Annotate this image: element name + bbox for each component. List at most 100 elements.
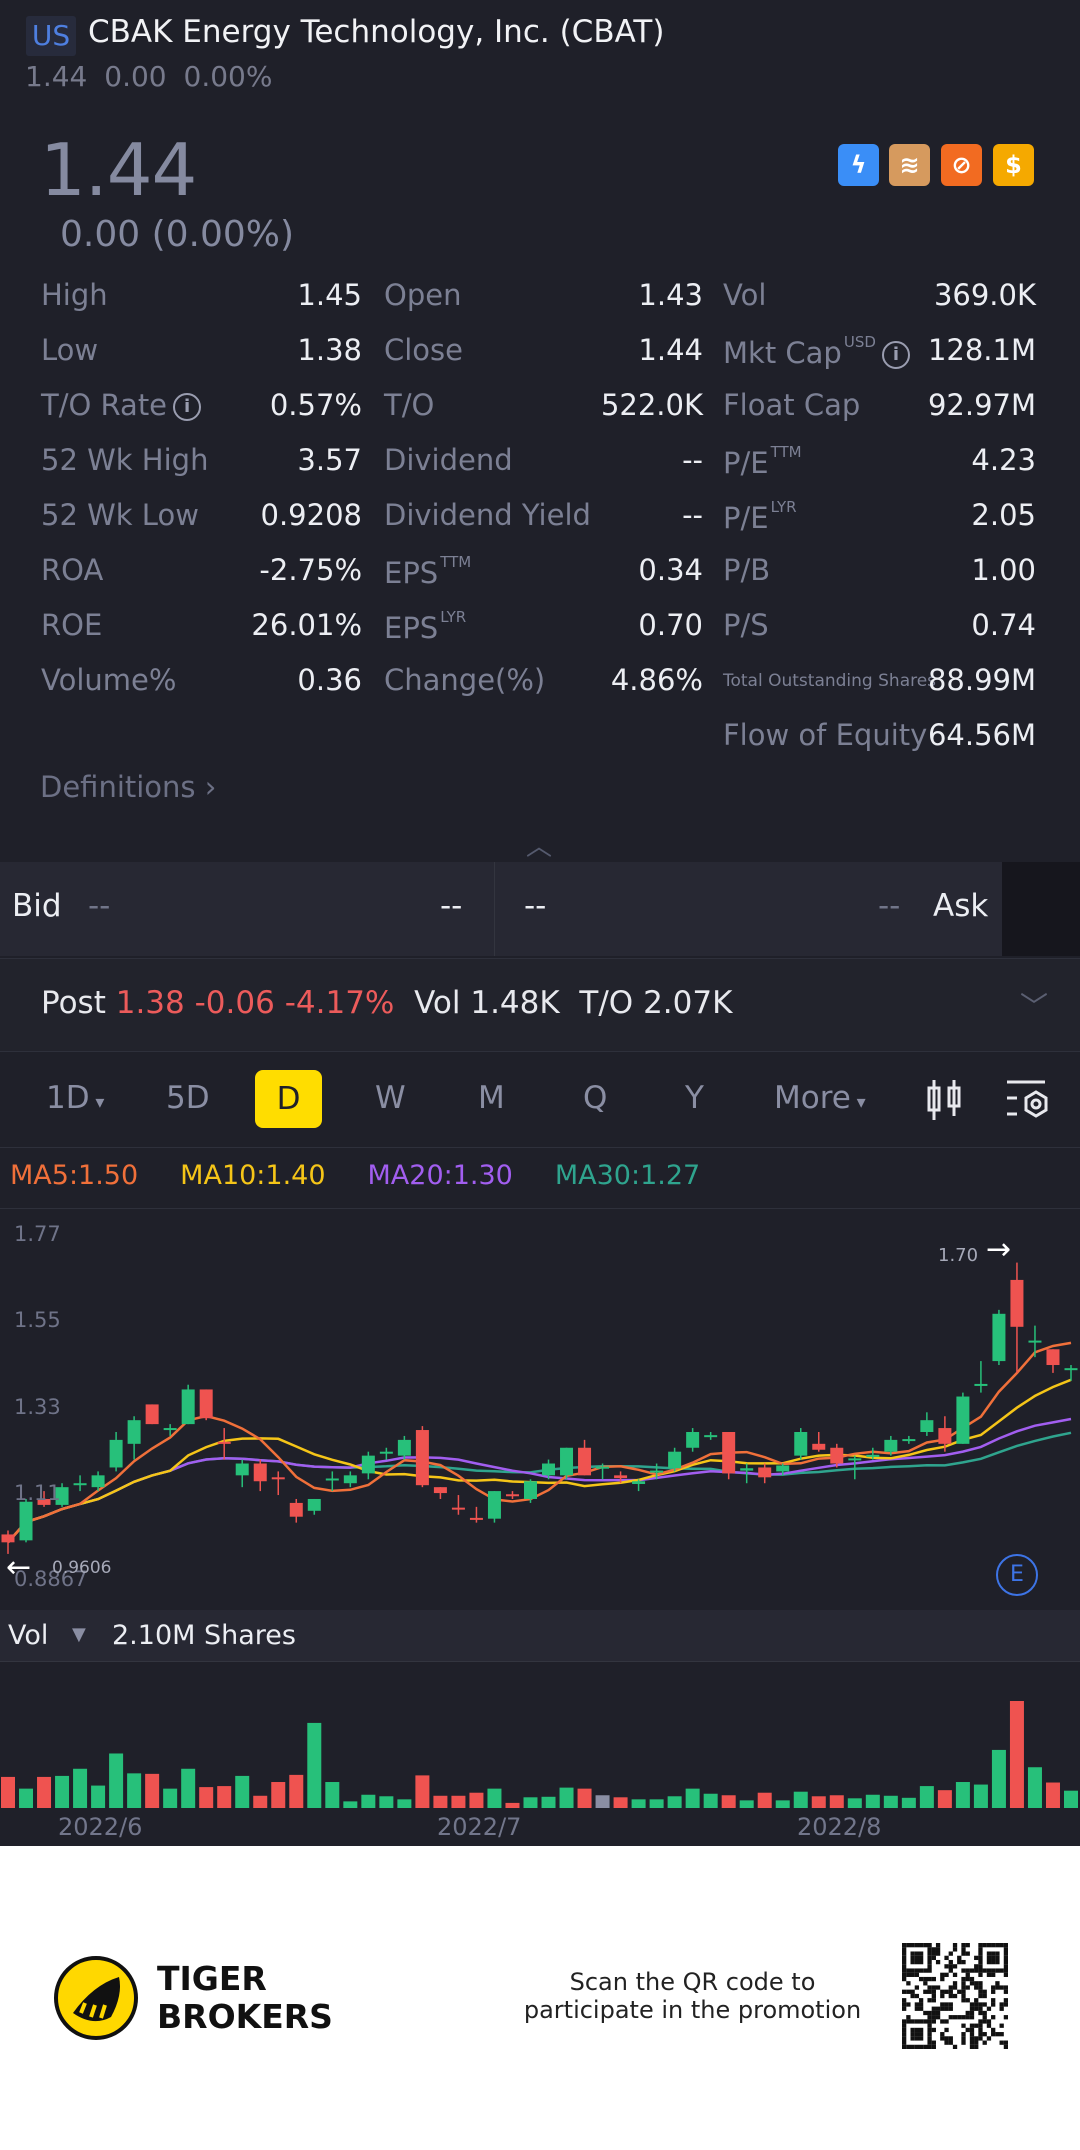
stat-label-text: P/S — [723, 608, 769, 642]
candle — [415, 1426, 429, 1488]
stat-label-text: P/E — [723, 501, 769, 535]
chart-settings-icon[interactable] — [1005, 1078, 1051, 1122]
tab-d[interactable]: D — [255, 1070, 322, 1128]
qr-module — [940, 1989, 945, 1994]
qr-module — [910, 1959, 915, 1965]
qr-module — [927, 2019, 932, 2024]
stat-label-text: High — [41, 278, 108, 312]
qr-module — [918, 2006, 924, 2011]
volume-indicator-label[interactable]: Vol — [8, 1620, 48, 1651]
stat-value: 128.1M — [927, 333, 1036, 367]
qr-module — [940, 2019, 945, 2024]
tab-1d-label: 1D — [46, 1080, 90, 1116]
qr-module — [1003, 1959, 1008, 1965]
price-tick: 1.77 — [14, 1222, 61, 1246]
qr-module — [965, 1968, 970, 1973]
qr-module — [931, 2044, 936, 2049]
no-short-icon[interactable]: ⊘ — [941, 144, 982, 186]
layers-a-icon[interactable]: ≋ — [889, 144, 930, 186]
qr-module — [961, 1947, 966, 1952]
qr-module — [914, 2036, 920, 2041]
qr-module — [948, 1985, 953, 1990]
stat-value: 3.57 — [297, 443, 362, 477]
tab-w[interactable]: W — [375, 1080, 406, 1116]
candle-body — [343, 1475, 357, 1484]
post-vol-label: Vol — [414, 985, 461, 1021]
candle — [686, 1428, 700, 1452]
info-icon[interactable]: i — [173, 393, 202, 421]
earnings-marker[interactable]: E — [996, 1554, 1038, 1596]
qr-module — [991, 1951, 996, 1956]
caret-down-icon[interactable]: ▼ — [72, 1624, 86, 1645]
dollar-icon[interactable]: $ — [993, 144, 1034, 186]
qr-module — [999, 2002, 1004, 2007]
tab-y[interactable]: Y — [685, 1080, 704, 1116]
lightning-level1-icon[interactable]: ϟ — [838, 144, 879, 186]
qr-module — [969, 2015, 975, 2020]
candle — [668, 1447, 682, 1472]
qr-module — [1003, 2002, 1008, 2007]
candle — [127, 1416, 141, 1460]
qr-module — [982, 1989, 987, 1994]
candlestick-chart[interactable] — [0, 1210, 1080, 1610]
qr-module — [974, 1998, 979, 2003]
qr-module — [978, 2002, 983, 2007]
candle-body — [794, 1432, 808, 1456]
qr-module — [961, 1951, 966, 1956]
qr-module — [914, 2002, 920, 2007]
qr-module — [902, 1968, 907, 1973]
qr-module — [902, 2006, 907, 2011]
tab-q[interactable]: Q — [583, 1080, 607, 1116]
tab-more[interactable]: More ▾ — [774, 1080, 866, 1116]
qr-module — [961, 1959, 966, 1965]
volume-bar — [145, 1773, 160, 1808]
qr-module — [931, 1947, 936, 1952]
qr-module — [978, 1981, 983, 1986]
volume-chart[interactable] — [0, 1662, 1080, 1810]
definitions-link[interactable]: Definitions › — [40, 770, 216, 804]
stat-label-text: T/O — [384, 388, 435, 422]
candle-body — [397, 1439, 411, 1456]
stat-label: Dividend — [384, 443, 513, 477]
qr-module — [961, 1968, 966, 1973]
ma30-value: MA30:1.27 — [554, 1160, 701, 1191]
post-price: 1.38 — [115, 985, 185, 1021]
tab-1d[interactable]: 1D ▾ — [46, 1080, 104, 1116]
qr-module — [918, 1943, 924, 1948]
arrow-left-icon: ← — [6, 1550, 32, 1585]
stat-value: -- — [682, 498, 703, 532]
volume-bar — [865, 1794, 880, 1808]
qr-module — [906, 1972, 911, 1977]
stat-value: 1.45 — [297, 278, 362, 312]
volume-bar — [217, 1786, 232, 1808]
candlestick-type-icon[interactable] — [924, 1078, 964, 1122]
qr-module — [927, 2023, 932, 2028]
qr-module — [978, 2023, 983, 2028]
chevron-down-icon[interactable]: ﹀ — [1020, 985, 1048, 1025]
candle — [433, 1487, 447, 1499]
qr-module — [944, 2027, 949, 2033]
stat-label: High — [41, 278, 108, 312]
info-icon[interactable]: i — [881, 341, 910, 369]
candle-body — [235, 1463, 249, 1476]
qr-module — [910, 2019, 915, 2024]
qr-module — [952, 1981, 958, 1986]
candle-body — [1064, 1368, 1078, 1371]
tab-m[interactable]: M — [478, 1080, 505, 1116]
ask-label: Ask — [933, 888, 989, 924]
volume-bar — [415, 1775, 430, 1808]
qr-module — [931, 1989, 936, 1994]
candle-body — [379, 1451, 393, 1454]
qr-module — [944, 1964, 949, 1969]
stat-label: Total Outstanding Shares — [723, 671, 936, 691]
chevron-up-icon[interactable]: ︿ — [526, 826, 552, 863]
stat-label-text: Change(%) — [384, 663, 546, 697]
stat-value: 4.86% — [610, 663, 703, 697]
qr-module — [931, 1951, 936, 1956]
qr-code[interactable] — [902, 1943, 1008, 2049]
date-tick: 2022/6 — [58, 1813, 143, 1841]
stat-label-sup: TTM — [440, 553, 472, 571]
volume-bar — [343, 1801, 358, 1808]
stat-value: 1.44 — [638, 333, 703, 367]
tab-5d[interactable]: 5D — [166, 1080, 210, 1116]
